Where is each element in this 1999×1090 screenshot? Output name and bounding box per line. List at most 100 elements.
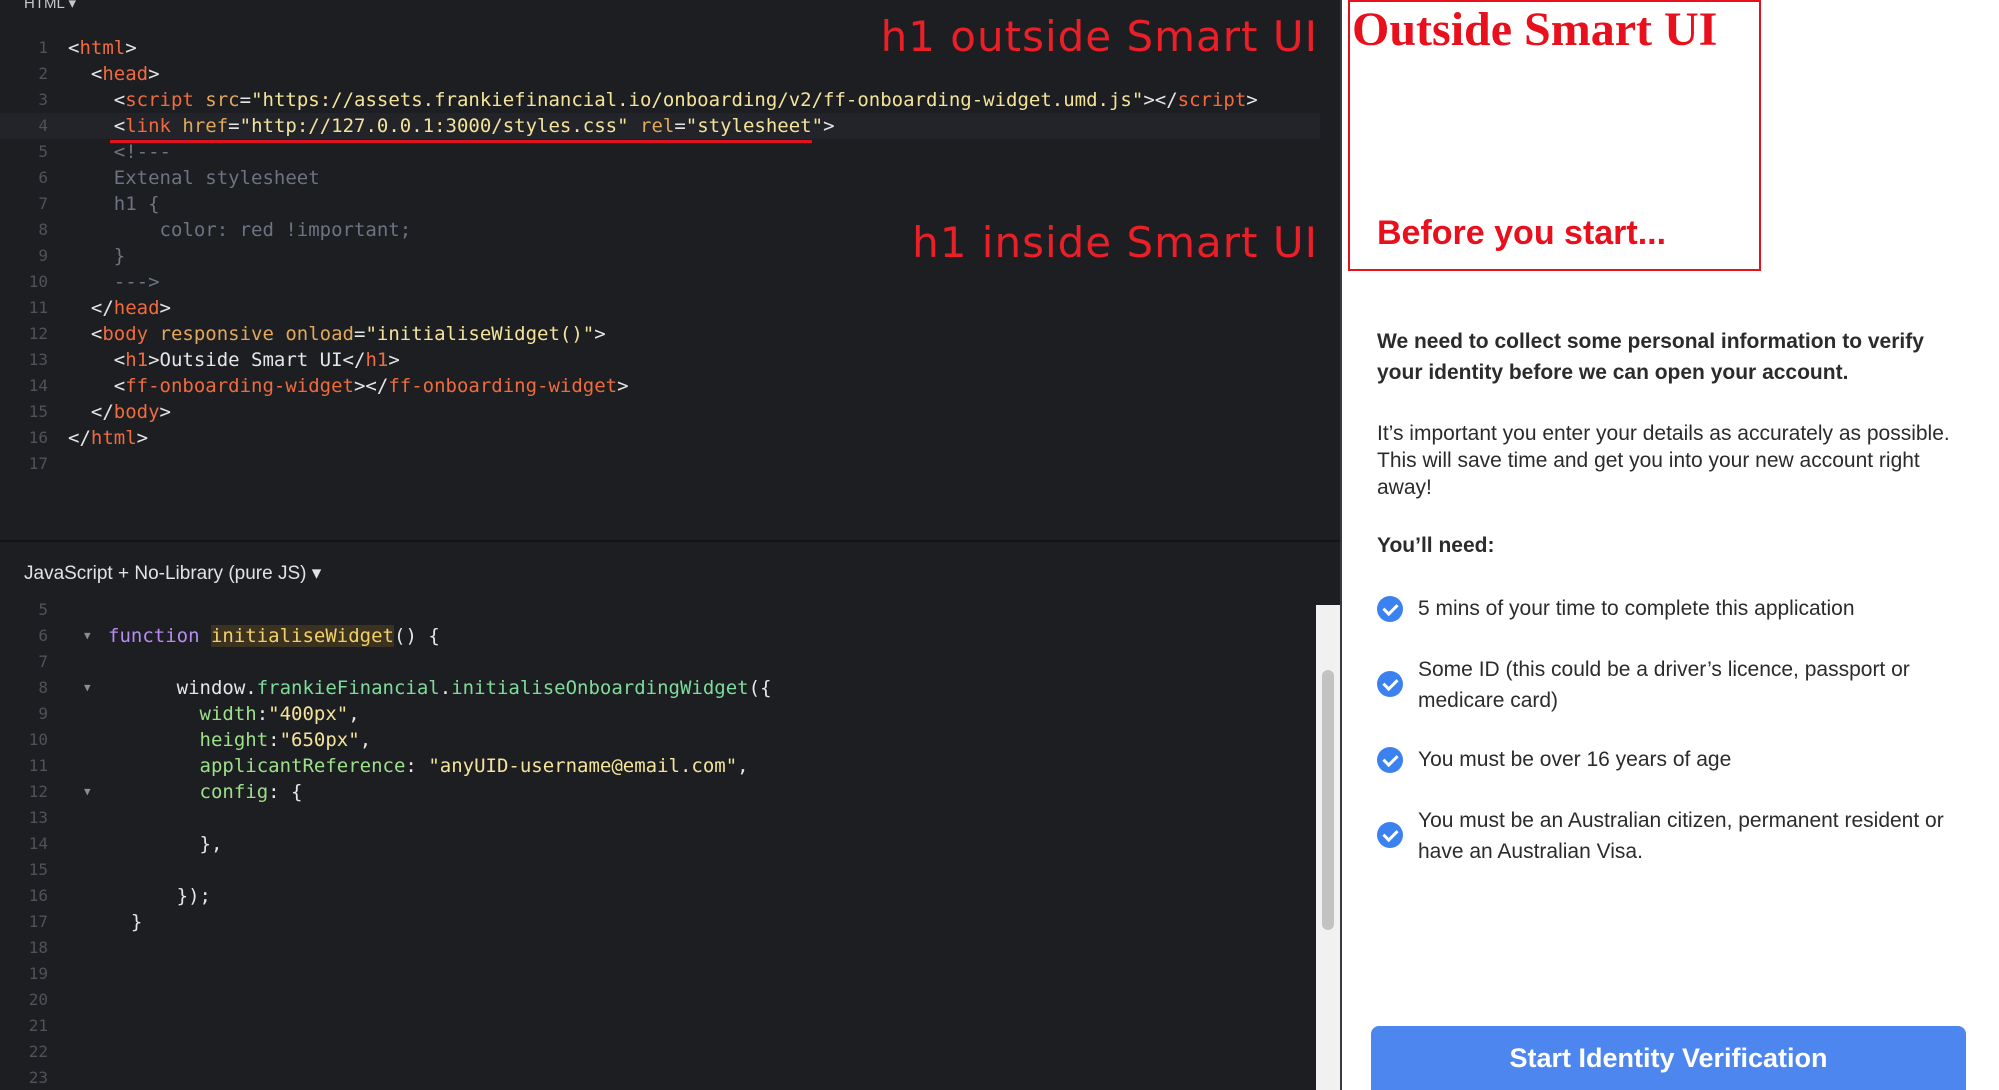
code-text: applicantReference: "anyUID-username@ema…	[108, 753, 749, 779]
code-line[interactable]: 23	[0, 1065, 1320, 1090]
code-text: width:"400px",	[108, 701, 360, 727]
code-line[interactable]: 9 width:"400px",	[0, 701, 1320, 727]
scrollbar-thumb[interactable]	[1322, 670, 1334, 930]
code-token: : {	[268, 781, 303, 803]
code-line[interactable]: 15	[0, 857, 1320, 883]
code-line[interactable]: 18	[0, 935, 1320, 961]
code-token: >Outside Smart UI</	[148, 349, 366, 371]
intro-text: We need to collect some personal informa…	[1377, 330, 1924, 384]
code-token: link	[125, 115, 171, 137]
code-text: }	[108, 909, 142, 935]
annotation-h1-outside: h1 outside Smart UI	[880, 12, 1318, 61]
code-token: "400px"	[268, 703, 349, 725]
start-identity-verification-button[interactable]: Start Identity Verification	[1371, 1026, 1966, 1090]
code-token: <	[68, 63, 103, 85]
fold-arrow-icon[interactable]: ▼	[84, 623, 91, 649]
code-line[interactable]: 14 },	[0, 831, 1320, 857]
code-token: </	[68, 297, 114, 319]
code-line[interactable]: 4 <link href="http://127.0.0.1:3000/styl…	[0, 113, 1320, 139]
code-token: });	[108, 885, 211, 907]
code-token: >	[125, 37, 137, 59]
line-number: 13	[28, 808, 48, 827]
code-token: body	[113, 401, 160, 423]
outside-smart-ui-heading: Outside Smart UI	[1352, 3, 1718, 56]
code-token: Extenal stylesheet	[68, 167, 320, 189]
check-circle-icon	[1377, 822, 1403, 848]
code-token: html	[90, 427, 137, 449]
code-token: "https://assets.frankiefinancial.io/onbo…	[251, 89, 1144, 111]
requirement-text: You must be an Australian citizen, perma…	[1418, 809, 1944, 863]
code-line[interactable]: 7	[0, 649, 1320, 675]
code-line[interactable]: 7 h1 {	[0, 191, 1320, 217]
js-panel-title[interactable]: JavaScript + No-Library (pure JS) ▾	[24, 562, 321, 585]
line-number: 6	[38, 626, 48, 645]
code-line[interactable]: 10 --->	[0, 269, 1320, 295]
code-token: >	[148, 63, 160, 85]
html-panel-title[interactable]: HTML ▾	[24, 0, 76, 12]
code-line[interactable]: 5	[0, 597, 1320, 623]
code-token: =	[228, 115, 240, 137]
line-number: 15	[28, 402, 48, 421]
fold-arrow-icon[interactable]: ▼	[84, 779, 91, 805]
html-editor-panel[interactable]: HTML ▾ 1 <html> 2 <head> 3 <script src="htt…	[0, 0, 1340, 540]
code-token: h1 {	[68, 193, 160, 215]
code-line[interactable]: 11 applicantReference: "anyUID-username@…	[0, 753, 1320, 779]
code-text: Extenal stylesheet	[68, 165, 320, 191]
js-code[interactable]: 5 6 ▼ function initialiseWidget() {7 8 ▼ wind…	[0, 597, 1320, 1090]
line-number: 3	[38, 90, 48, 109]
code-line[interactable]: 10 height:"650px",	[0, 727, 1320, 753]
code-token: window.	[108, 677, 257, 699]
code-line[interactable]: 21	[0, 1013, 1320, 1039]
code-text: <head>	[68, 61, 160, 87]
code-text: }	[68, 243, 125, 269]
line-number: 22	[28, 1042, 48, 1061]
fold-arrow-icon[interactable]: ▼	[84, 675, 91, 701]
code-line[interactable]: 16 </html>	[0, 425, 1320, 451]
code-token: >	[617, 375, 629, 397]
code-text: </html>	[68, 425, 148, 451]
line-number: 8	[38, 220, 48, 239]
code-token: =	[354, 323, 366, 345]
code-text: </body>	[68, 399, 171, 425]
code-token: <	[68, 89, 126, 111]
code-line[interactable]: 22	[0, 1039, 1320, 1065]
js-editor-panel[interactable]: JavaScript + No-Library (pure JS) ▾ 5 6 ▼ f…	[0, 542, 1340, 1090]
code-token: script	[1177, 89, 1247, 111]
code-line[interactable]: 3 <script src="https://assets.frankiefin…	[0, 87, 1320, 113]
code-text: <body responsive onload="initialiseWidge…	[68, 321, 606, 347]
code-line[interactable]: 16 });	[0, 883, 1320, 909]
code-token: script	[125, 89, 194, 111]
code-line[interactable]: 6 ▼ function initialiseWidget() {	[0, 623, 1320, 649]
line-number: 7	[38, 194, 48, 213]
code-line[interactable]: 17 }	[0, 909, 1320, 935]
code-line[interactable]: 20	[0, 987, 1320, 1013]
code-line[interactable]: 11 </head>	[0, 295, 1320, 321]
code-line[interactable]: 17	[0, 451, 1320, 477]
line-number: 16	[28, 428, 48, 447]
code-token: () {	[394, 625, 440, 647]
code-line[interactable]: 8 ▼ window.frankieFinancial.initialiseOnb…	[0, 675, 1320, 701]
code-line[interactable]: 12 <body responsive onload="initialiseWi…	[0, 321, 1320, 347]
code-line[interactable]: 13	[0, 805, 1320, 831]
code-token: },	[108, 833, 223, 855]
check-circle-icon	[1377, 596, 1403, 622]
code-line[interactable]: 2 <head>	[0, 61, 1320, 87]
code-editor: HTML ▾ 1 <html> 2 <head> 3 <script src="htt…	[0, 0, 1340, 1090]
line-number: 6	[38, 168, 48, 187]
line-number: 7	[38, 652, 48, 671]
code-token: ff-onboarding-widget	[388, 375, 618, 397]
code-token: config	[108, 781, 269, 803]
line-number: 10	[28, 730, 48, 749]
code-token: <	[68, 375, 126, 397]
code-token: <	[68, 323, 103, 345]
code-line[interactable]: 15 </body>	[0, 399, 1320, 425]
code-line[interactable]: 6 Extenal stylesheet	[0, 165, 1320, 191]
code-token: >	[136, 427, 149, 449]
code-line[interactable]: 14 <ff-onboarding-widget></ff-onboarding…	[0, 373, 1320, 399]
code-token: :	[268, 729, 280, 751]
code-line[interactable]: 13 <h1>Outside Smart UI</h1>	[0, 347, 1320, 373]
code-text: <h1>Outside Smart UI</h1>	[68, 347, 400, 373]
code-line[interactable]: 12 ▼ config: {	[0, 779, 1320, 805]
line-number: 11	[28, 756, 48, 775]
code-line[interactable]: 19	[0, 961, 1320, 987]
